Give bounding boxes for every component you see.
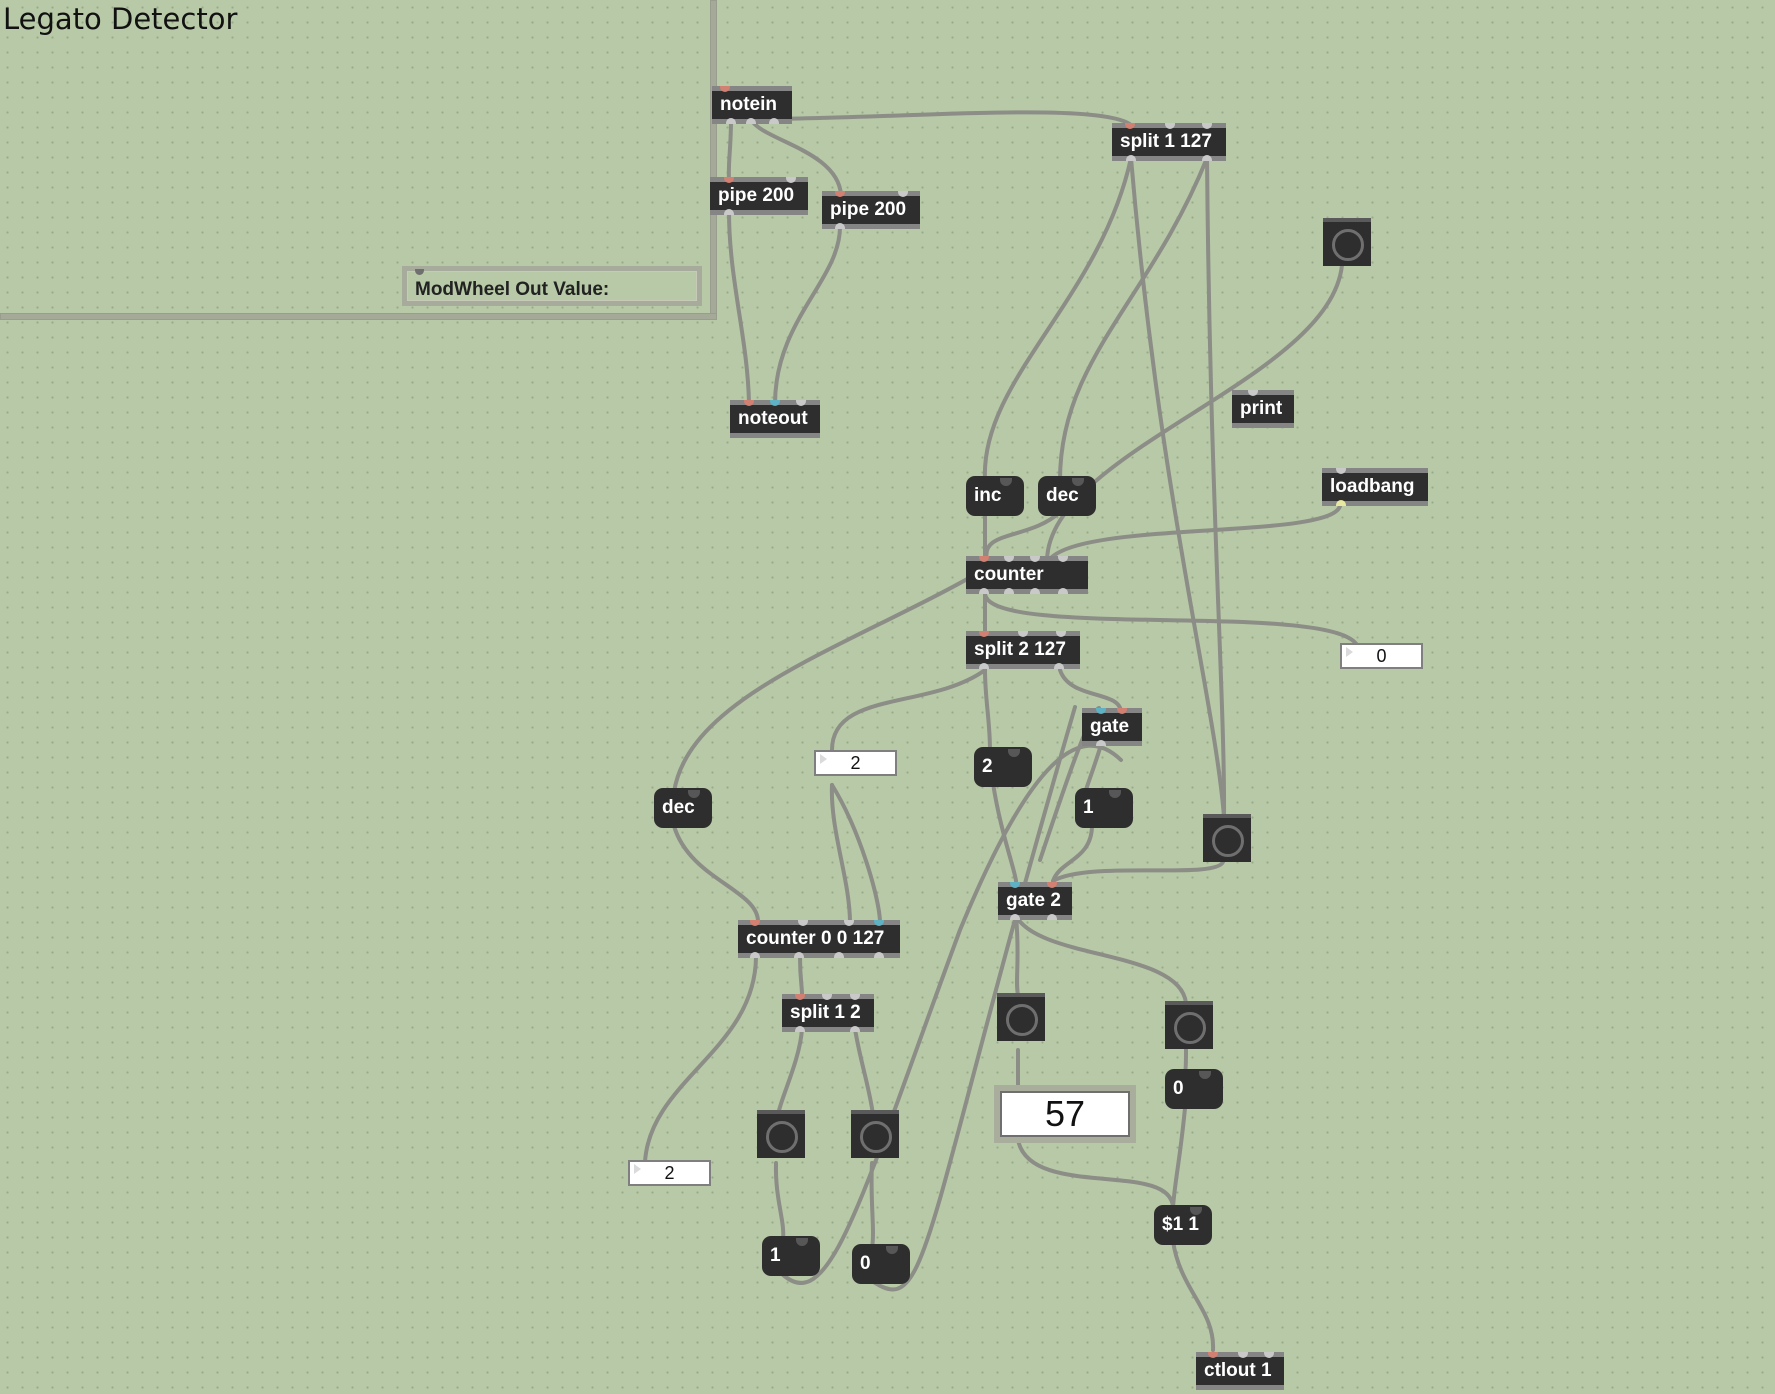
gate-2-label: gate 2 [1006,890,1061,911]
number-box-mid-value: 2 [850,753,861,773]
bang-ring-icon [1212,825,1244,857]
number-box-left[interactable]: 2 [628,1160,711,1186]
print-object[interactable]: print [1232,390,1294,428]
modwheel-number-box[interactable]: 57 [994,1085,1136,1143]
modwheel-comment[interactable]: ModWheel Out Value: [402,266,702,306]
modwheel-comment-label: ModWheel Out Value: [415,279,610,300]
msg-0-bottom-label: 0 [860,1253,871,1274]
number-box-mid[interactable]: 2 [814,750,897,776]
msg-1-bottom-message[interactable]: 1 [762,1236,820,1276]
bang-button[interactable] [1203,814,1251,862]
bang-button[interactable] [1165,1001,1213,1049]
bang-ring-icon [1332,229,1364,261]
pipe-200-left-object[interactable]: pipe 200 [710,177,808,215]
msg-0-right-label: 0 [1173,1078,1184,1099]
notein-object[interactable]: notein [712,86,792,124]
msg-1-right-label: 1 [1083,797,1094,818]
msg-2-message[interactable]: 2 [974,747,1032,787]
pipe-200-left-label: pipe 200 [718,185,795,206]
print-label: print [1240,398,1283,419]
number-box-right[interactable]: 0 [1340,643,1423,669]
msg-1-right-message[interactable]: 1 [1075,788,1133,828]
pipe-200-right-label: pipe 200 [830,199,907,220]
split-1-127-object[interactable]: split 1 127 [1112,123,1226,161]
frame-divider-horizontal [0,313,717,320]
dec-top-message-label: dec [1046,485,1079,506]
comment-inlet [415,269,424,275]
counter-label: counter [974,564,1044,585]
noteout-object[interactable]: noteout [730,400,820,438]
notein-label: notein [720,94,777,115]
split-2-127-object[interactable]: split 2 127 [966,631,1080,669]
number-box-right-value: 0 [1376,646,1387,666]
number-triangle-icon [634,1164,641,1174]
split-1-2-label: split 1 2 [790,1002,861,1023]
bang-button[interactable] [997,993,1045,1041]
dec-top-message[interactable]: dec [1038,476,1096,516]
set-value-message[interactable]: $1 1 [1154,1205,1212,1245]
split-1-2-object[interactable]: split 1 2 [782,994,874,1032]
counter-0-0-127-object[interactable]: counter 0 0 127 [738,920,900,958]
bang-ring-icon [1174,1012,1206,1044]
ctlout-1-label: ctlout 1 [1204,1360,1272,1381]
msg-0-bottom-message[interactable]: 0 [852,1244,910,1284]
counter-0-0-127-label: counter 0 0 127 [746,928,885,949]
dec-left-message-label: dec [662,797,695,818]
pipe-200-right-object[interactable]: pipe 200 [822,191,920,229]
msg-0-right-message[interactable]: 0 [1165,1069,1223,1109]
bang-button[interactable] [1323,218,1371,266]
gate-object[interactable]: gate [1082,708,1142,746]
inc-message[interactable]: inc [966,476,1024,516]
set-value-label: $1 1 [1162,1214,1199,1235]
number-box-left-value: 2 [664,1163,675,1183]
frame-divider-vertical [710,0,717,320]
bang-button[interactable] [851,1110,899,1158]
split-1-127-label: split 1 127 [1120,131,1212,152]
bang-ring-icon [1006,1004,1038,1036]
counter-object[interactable]: counter [966,556,1088,594]
number-triangle-icon [820,754,827,764]
msg-1-bottom-label: 1 [770,1245,781,1266]
bang-ring-icon [860,1121,892,1153]
loadbang-label: loadbang [1330,476,1415,497]
bang-ring-icon [766,1121,798,1153]
gate-2-object[interactable]: gate 2 [998,882,1072,920]
split-2-127-label: split 2 127 [974,639,1066,660]
dec-left-message[interactable]: dec [654,788,712,828]
patcher-title: Legato Detector [3,2,238,36]
msg-2-label: 2 [982,756,993,777]
gate-label: gate [1090,716,1130,737]
ctlout-1-object[interactable]: ctlout 1 [1196,1352,1284,1390]
noteout-label: noteout [738,408,808,429]
modwheel-number-value: 57 [1044,1093,1086,1134]
number-triangle-icon [1346,647,1353,657]
inc-message-label: inc [974,485,1002,506]
loadbang-object[interactable]: loadbang [1322,468,1428,506]
bang-button[interactable] [757,1110,805,1158]
